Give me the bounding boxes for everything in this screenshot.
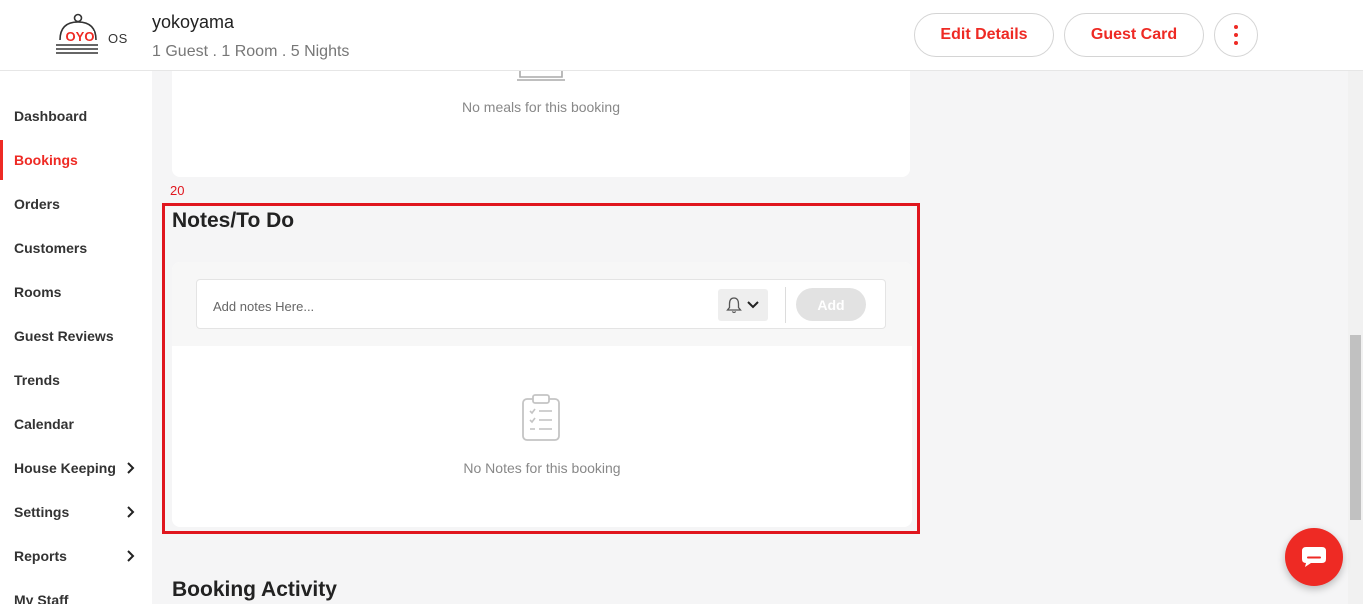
chat-button[interactable] (1285, 528, 1343, 586)
more-options-button[interactable] (1214, 13, 1258, 57)
sidebar-item-label: My Staff (14, 592, 69, 604)
sidebar-item-label: House Keeping (14, 460, 116, 476)
sidebar-item-orders[interactable]: Orders (0, 184, 152, 224)
kebab-menu-icon (1234, 25, 1238, 45)
notes-input[interactable] (213, 295, 693, 317)
logo-wordmark: OYO (66, 29, 95, 44)
notes-section-title: Notes/To Do (172, 209, 295, 232)
meals-card: No meals for this booking (172, 69, 910, 177)
sidebar-item-label: Orders (14, 196, 60, 212)
notes-input-bar: Add (172, 262, 912, 346)
bell-icon (726, 297, 742, 314)
chevron-right-icon (127, 506, 135, 518)
scrollbar-thumb[interactable] (1350, 335, 1361, 520)
meals-empty-text: No meals for this booking (462, 99, 620, 115)
chevron-right-icon (127, 550, 135, 562)
chat-bubble-icon (1302, 547, 1326, 567)
add-note-button[interactable]: Add (796, 288, 866, 321)
sidebar-item-bookings[interactable]: Bookings (0, 140, 152, 180)
sidebar-item-trends[interactable]: Trends (0, 360, 152, 400)
sidebar-item-label: Dashboard (14, 108, 88, 124)
guest-name: yokoyama (152, 12, 235, 32)
notes-empty-text: No Notes for this booking (463, 460, 621, 476)
booking-activity-title: Booking Activity (172, 578, 337, 601)
sidebar-item-label: Customers (14, 240, 88, 256)
sidebar-item-guest-reviews[interactable]: Guest Reviews (0, 316, 152, 356)
sidebar-item-dashboard[interactable]: Dashboard (0, 96, 152, 136)
sidebar-item-label: Guest Reviews (14, 328, 114, 344)
notes-input-container: Add (196, 279, 886, 329)
sidebar-item-label: Calendar (14, 416, 74, 432)
sidebar-item-customers[interactable]: Customers (0, 228, 152, 268)
clipboard-checklist-icon (522, 394, 560, 441)
oyo-os-logo[interactable]: OYO OS (50, 12, 130, 58)
input-divider (785, 287, 786, 323)
booking-summary: 1 Guest . 1 Room . 5 Nights (152, 43, 350, 60)
sidebar-item-label: Bookings (14, 152, 78, 168)
sidebar-item-settings[interactable]: Settings (0, 492, 152, 532)
cloche-logo-icon: OYO (56, 13, 98, 54)
sidebar-item-label: Rooms (14, 284, 62, 300)
logo-os-text: OS (108, 31, 128, 46)
edit-details-button[interactable]: Edit Details (914, 13, 1054, 57)
sidebar-item-label: Trends (14, 372, 60, 388)
chevron-down-icon (747, 301, 759, 309)
sidebar-item-rooms[interactable]: Rooms (0, 272, 152, 312)
notes-card: Add No Notes for this booking (172, 262, 912, 527)
sidebar: Dashboard Bookings Orders Customers Room… (0, 71, 152, 604)
sidebar-item-house-keeping[interactable]: House Keeping (0, 448, 152, 488)
sidebar-item-reports[interactable]: Reports (0, 536, 152, 576)
reminder-dropdown[interactable] (718, 289, 768, 321)
annotation-label: 20 (170, 183, 185, 198)
guest-card-button[interactable]: Guest Card (1064, 13, 1204, 57)
sidebar-item-calendar[interactable]: Calendar (0, 404, 152, 444)
chevron-right-icon (127, 462, 135, 474)
sidebar-item-label: Reports (14, 548, 67, 564)
sidebar-item-label: Settings (14, 504, 70, 520)
top-header: OYO OS yokoyama 1 Guest . 1 Room . 5 Nig… (0, 0, 1363, 71)
sidebar-item-my-staff[interactable]: My Staff (0, 580, 152, 604)
